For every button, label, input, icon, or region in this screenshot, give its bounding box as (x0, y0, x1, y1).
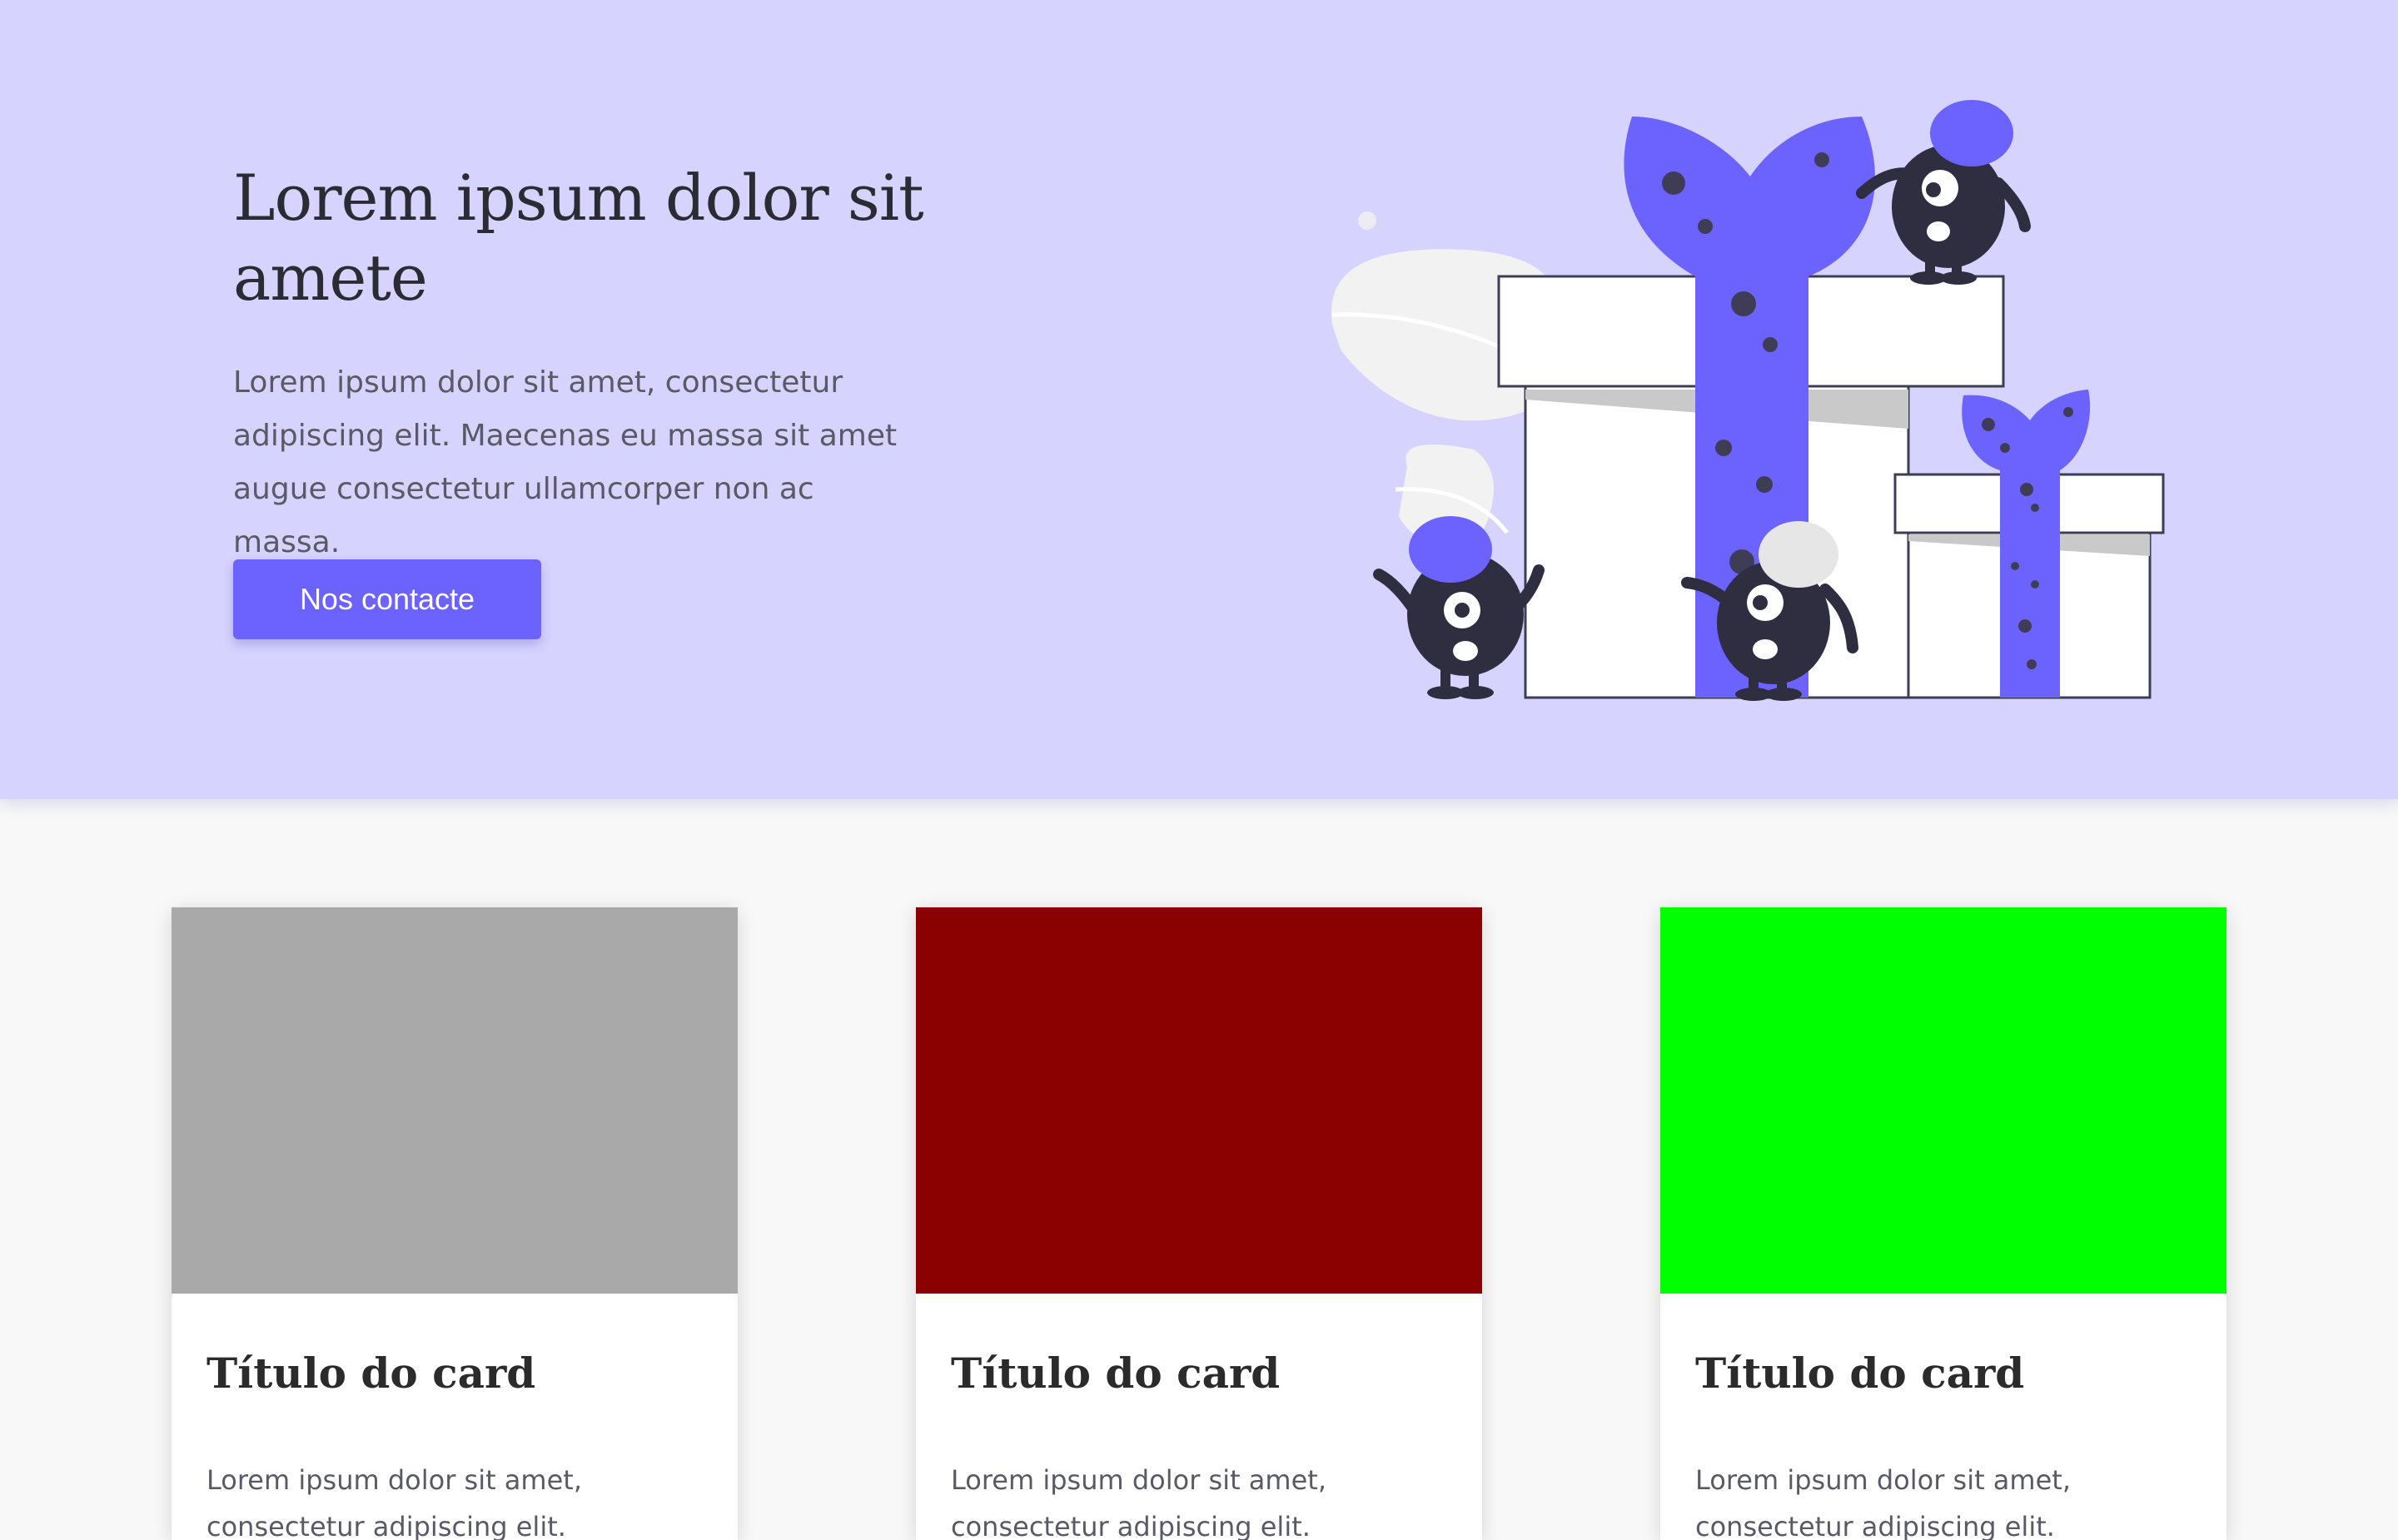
card-2[interactable]: Título do card Lorem ipsum dolor sit ame… (916, 907, 1482, 1540)
card-3[interactable]: Título do card Lorem ipsum dolor sit ame… (1660, 907, 2226, 1540)
hero-description: Lorem ipsum dolor sit amet, consectetur … (233, 365, 898, 559)
card-image (1660, 907, 2226, 1294)
hero-section: Lorem ipsum dolor sit amete Lorem ipsum … (0, 0, 2398, 799)
card-image (916, 907, 1482, 1294)
contact-button[interactable]: Nos contacte (233, 559, 541, 639)
card-title: Título do card (1695, 1349, 2025, 1398)
card-1[interactable]: Título do card Lorem ipsum dolor sit ame… (172, 907, 738, 1540)
monster-bottom-left (1373, 516, 1545, 699)
hero-title: Lorem ipsum dolor sit amete (233, 161, 924, 315)
monster-top-right (1856, 100, 2031, 285)
card-image (172, 907, 738, 1294)
small-gift-box (1893, 390, 2165, 699)
gift-boxes-illustration (1331, 100, 2165, 701)
card-text: Lorem ipsum dolor sit amet, consectetur … (951, 1464, 1326, 1540)
card-text: Lorem ipsum dolor sit amet, consectetur … (206, 1464, 582, 1540)
card-title: Título do card (951, 1349, 1281, 1398)
card-title: Título do card (206, 1349, 536, 1398)
card-text: Lorem ipsum dolor sit amet, consectetur … (1695, 1464, 2071, 1540)
